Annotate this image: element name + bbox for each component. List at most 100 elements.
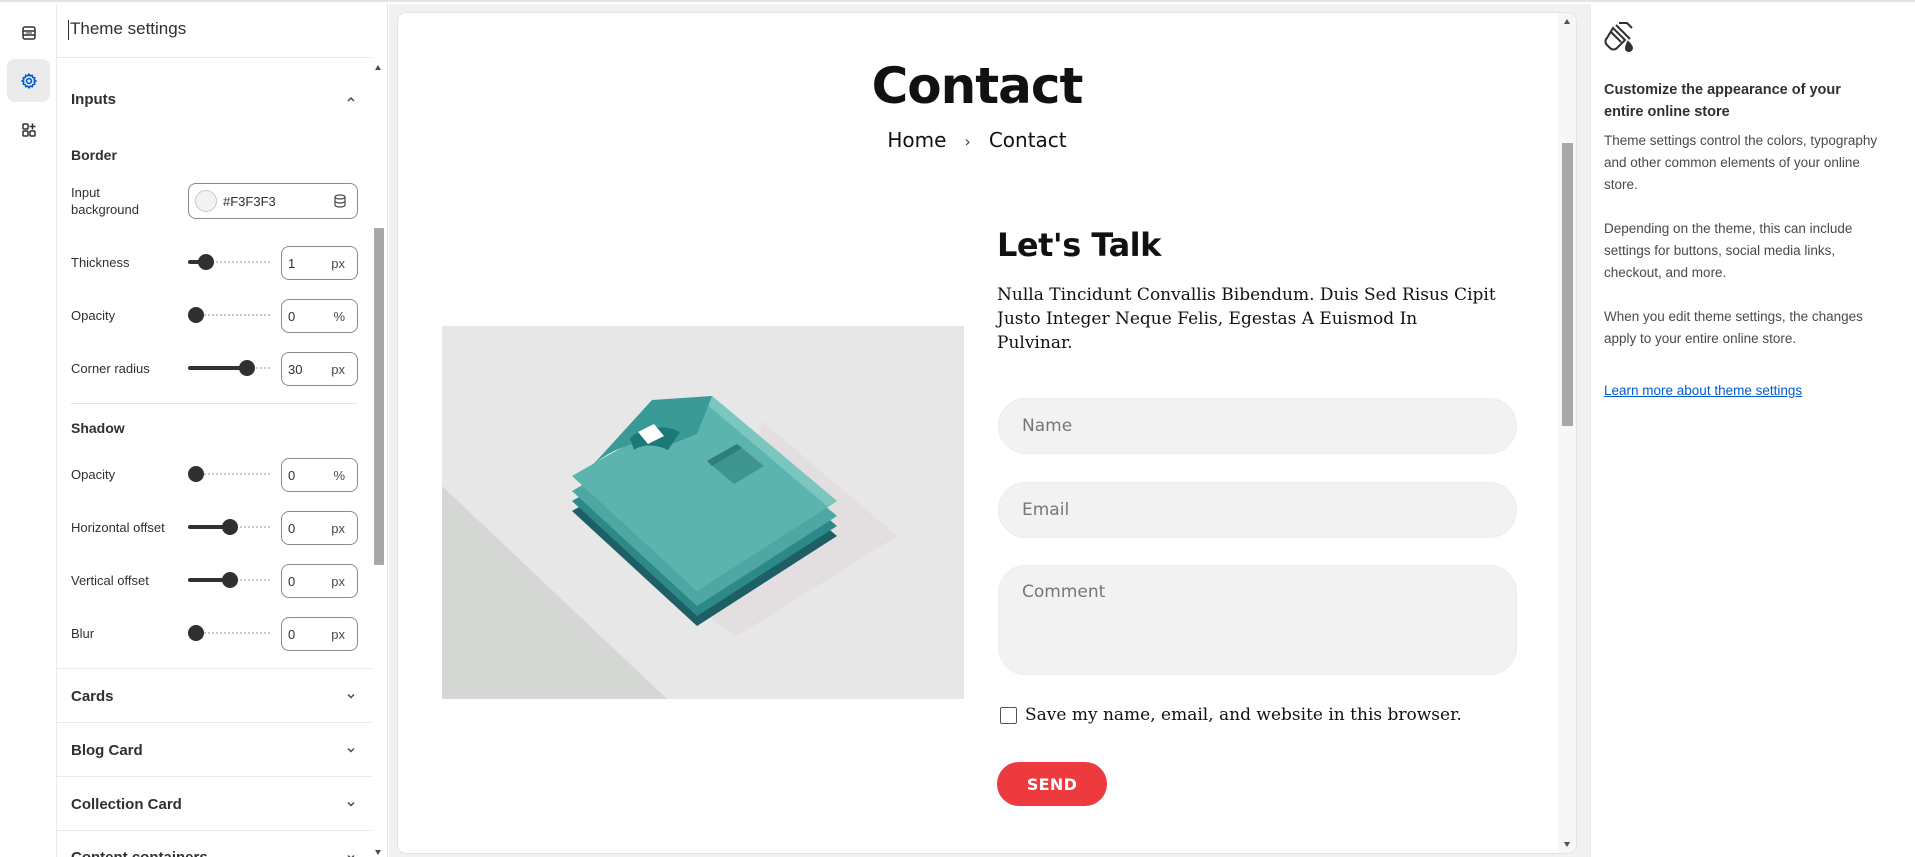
- horizontal-offset-value: 0: [288, 521, 296, 536]
- slider-thumb[interactable]: [188, 307, 204, 323]
- vertical-offset-value: 0: [288, 574, 296, 589]
- horizontal-offset-label: Horizontal offset: [71, 520, 165, 535]
- breadcrumb-separator: ›: [964, 132, 971, 151]
- breadcrumb: Home › Contact: [398, 128, 1556, 152]
- scroll-down-arrow-icon[interactable]: [375, 850, 381, 855]
- store-preview: Contact Home › Contact Let's Talk Nulla …: [398, 13, 1576, 853]
- color-value: #F3F3F3: [223, 193, 276, 209]
- apps-rail-button[interactable]: [7, 108, 50, 151]
- database-icon[interactable]: [333, 194, 347, 208]
- info-heading: Customize the appearance of your entire …: [1604, 82, 1841, 120]
- contact-heading: Let's Talk: [997, 226, 1161, 264]
- slider-thumb[interactable]: [222, 572, 238, 588]
- content-containers-section-header[interactable]: Content containers: [71, 847, 357, 857]
- preview-scrollbar[interactable]: [1558, 13, 1576, 853]
- info-panel: Customize the appearance of your entire …: [1590, 4, 1915, 857]
- breadcrumb-current: Contact: [988, 128, 1067, 152]
- thickness-value: 1: [288, 256, 296, 271]
- thickness-label: Thickness: [71, 255, 130, 270]
- preview-scrollbar-thumb[interactable]: [1562, 143, 1573, 426]
- unit-label: %: [333, 468, 345, 483]
- corner-radius-label: Corner radius: [71, 361, 150, 376]
- unit-label: px: [331, 521, 345, 536]
- panel-scrollbar[interactable]: [372, 58, 385, 857]
- shadow-opacity-label: Opacity: [71, 467, 116, 482]
- learn-more-link[interactable]: Learn more about theme settings: [1604, 383, 1802, 398]
- unit-label: px: [331, 362, 345, 377]
- blur-input[interactable]: 0 px: [281, 617, 358, 651]
- unit-label: px: [331, 627, 345, 642]
- folded-shirts-illustration: [442, 326, 964, 699]
- scroll-down-arrow-icon[interactable]: [1564, 842, 1570, 847]
- thickness-input[interactable]: 1 px: [281, 246, 358, 280]
- info-paragraph: Theme settings control the colors, typog…: [1604, 133, 1878, 192]
- inputs-section-title: Inputs: [71, 90, 116, 108]
- slider-thumb[interactable]: [239, 360, 255, 376]
- blog-card-section-header[interactable]: Blog Card: [71, 740, 357, 760]
- slider-thumb[interactable]: [188, 625, 204, 641]
- shadow-heading: Shadow: [71, 420, 125, 436]
- panel-scrollbar-thumb[interactable]: [374, 228, 384, 565]
- email-input[interactable]: Email: [998, 482, 1517, 538]
- layout-sections-icon: [21, 25, 36, 40]
- thickness-slider[interactable]: [188, 254, 272, 270]
- section-title: Content containers: [71, 848, 208, 857]
- section-title: Blog Card: [71, 741, 143, 759]
- divider: [57, 722, 372, 723]
- collection-card-section-header[interactable]: Collection Card: [71, 794, 357, 814]
- divider: [57, 830, 372, 831]
- color-swatch[interactable]: [195, 190, 217, 212]
- chevron-down-icon: [347, 693, 355, 699]
- save-info-checkbox[interactable]: [1000, 707, 1017, 724]
- scroll-up-arrow-icon[interactable]: [1564, 19, 1570, 24]
- border-opacity-input[interactable]: 0 %: [281, 299, 358, 333]
- divider: [71, 403, 357, 404]
- scroll-up-arrow-icon[interactable]: [375, 65, 381, 70]
- page-title: Contact: [871, 57, 1084, 115]
- slider-thumb[interactable]: [188, 466, 204, 482]
- vertical-offset-label: Vertical offset: [71, 573, 149, 588]
- blur-slider[interactable]: [188, 625, 272, 641]
- unit-label: px: [331, 256, 345, 271]
- save-info-label: Save my name, email, and website in this…: [1025, 705, 1462, 725]
- input-background-label: Input background: [71, 185, 139, 217]
- send-button[interactable]: SEND: [997, 762, 1107, 806]
- border-heading: Border: [71, 147, 117, 163]
- chevron-down-icon: [347, 747, 355, 753]
- section-title: Collection Card: [71, 795, 182, 813]
- border-opacity-value: 0: [288, 309, 296, 324]
- shadow-opacity-input[interactable]: 0 %: [281, 458, 358, 492]
- sections-rail-button[interactable]: [7, 11, 50, 54]
- vertical-offset-slider[interactable]: [188, 572, 272, 588]
- contact-illustration: [442, 326, 964, 699]
- name-input[interactable]: Name: [998, 398, 1517, 454]
- horizontal-offset-slider[interactable]: [188, 519, 272, 535]
- divider: [57, 57, 372, 58]
- info-paragraph: When you edit theme settings, the change…: [1604, 309, 1863, 346]
- inputs-section-header[interactable]: Inputs: [71, 89, 357, 109]
- horizontal-offset-input[interactable]: 0 px: [281, 511, 358, 545]
- shadow-opacity-slider[interactable]: [188, 466, 272, 482]
- corner-radius-slider[interactable]: [188, 360, 272, 376]
- unit-label: %: [333, 309, 345, 324]
- theme-settings-panel: Theme settings Inputs Border Input backg…: [57, 4, 388, 857]
- shadow-opacity-value: 0: [288, 468, 296, 483]
- blur-value: 0: [288, 627, 296, 642]
- section-title: Cards: [71, 687, 114, 705]
- paint-bucket-icon: [1604, 22, 1634, 53]
- chevron-up-icon: [347, 96, 355, 102]
- divider: [57, 776, 372, 777]
- slider-thumb[interactable]: [197, 254, 214, 270]
- border-opacity-slider[interactable]: [188, 307, 272, 323]
- comment-textarea[interactable]: Comment: [998, 565, 1517, 675]
- cards-section-header[interactable]: Cards: [71, 686, 357, 706]
- theme-editor: Theme settings Inputs Border Input backg…: [0, 0, 1915, 857]
- corner-radius-input[interactable]: 30 px: [281, 352, 358, 386]
- theme-settings-rail-button[interactable]: [7, 59, 50, 102]
- slider-thumb[interactable]: [222, 519, 238, 535]
- input-background-color-field[interactable]: #F3F3F3: [188, 183, 358, 219]
- apps-icon: [21, 122, 36, 137]
- vertical-offset-input[interactable]: 0 px: [281, 564, 358, 598]
- chevron-down-icon: [347, 854, 355, 857]
- breadcrumb-home-link[interactable]: Home: [887, 128, 946, 152]
